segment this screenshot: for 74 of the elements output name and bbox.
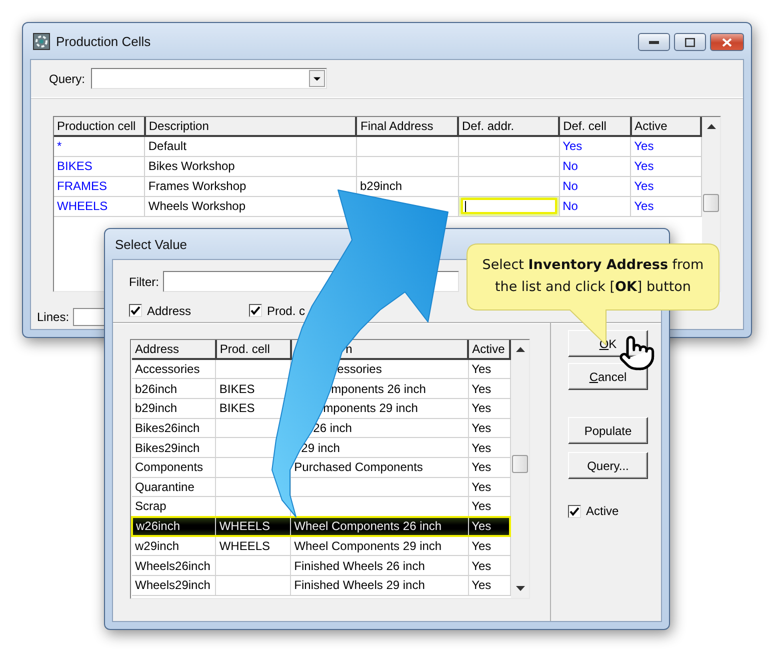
table-cell: Yes: [630, 196, 701, 216]
column-header[interactable]: Def. cell: [559, 117, 631, 136]
table-cell: Finished Wheels 29 inch: [290, 576, 468, 596]
scroll-up-icon[interactable]: [706, 124, 716, 129]
scrollbar-thumb[interactable]: [512, 455, 528, 473]
table-cell: w26inch: [132, 516, 216, 536]
close-icon: [722, 38, 732, 46]
table-cell: BIKES: [54, 156, 145, 176]
table-cell: Yes: [468, 457, 510, 478]
cancel-button[interactable]: Cancel: [568, 363, 648, 390]
table-cell: No: [559, 176, 631, 196]
populate-button[interactable]: Populate: [568, 417, 648, 444]
minimize-icon: [649, 40, 659, 44]
list-row[interactable]: Wheels26inch Finished Wheels 26 inch Yes: [132, 556, 510, 576]
dialog-title: Select Value: [115, 236, 188, 252]
column-header[interactable]: Active: [468, 340, 510, 359]
table-cell: Yes: [630, 176, 701, 196]
query-label: Query:: [49, 72, 86, 86]
table-cell: Wheels29inch: [132, 576, 216, 596]
table-cell: Bikes29inch: [132, 438, 216, 458]
checkbox[interactable]: [129, 304, 142, 317]
column-header[interactable]: Production cell: [54, 117, 145, 136]
table-cell: Wheel Components 26 inch: [290, 516, 468, 536]
list-row[interactable]: Wheels29inch Finished Wheels 29 inch Yes: [132, 576, 510, 596]
table-cell: Yes: [468, 398, 510, 418]
column-header[interactable]: Final Address: [356, 117, 458, 136]
column-header[interactable]: Def. addr.: [458, 117, 560, 136]
checkbox-label: Prod. c: [267, 304, 306, 318]
table-cell: Scrap: [132, 496, 216, 516]
table-cell: b26inch: [132, 378, 216, 398]
column-header[interactable]: Address: [132, 340, 216, 359]
window-title: Production Cells: [56, 34, 151, 48]
edit-field[interactable]: [460, 198, 557, 214]
callout-text: Select Inventory Address from the list and click [OK] button: [481, 256, 705, 297]
list-row[interactable]: Quarantine Yes: [132, 477, 510, 497]
filter-label: Filter:: [129, 274, 159, 288]
table-cell: Yes: [468, 438, 510, 458]
table-cell: WHEELS: [54, 196, 145, 216]
list-row[interactable]: w26inch WHEELS Wheel Components 26 inch Yes: [132, 516, 510, 536]
table-cell: Yes: [630, 136, 701, 156]
lines-label: Lines:: [37, 310, 70, 324]
scroll-down-icon[interactable]: [516, 586, 524, 591]
table-cell: Yes: [630, 156, 701, 176]
checkbox-label: Address: [147, 304, 192, 318]
maximize-icon: [685, 38, 695, 46]
list-row[interactable]: Scrap Yes: [132, 496, 510, 516]
maximize-button[interactable]: [674, 33, 706, 51]
table-cell: Components: [132, 457, 216, 478]
table-cell: FRAMES: [54, 176, 145, 196]
table-cell: b29inch: [132, 398, 216, 418]
scrollbar[interactable]: [511, 340, 529, 598]
table-cell: No: [559, 156, 631, 176]
close-button[interactable]: [710, 33, 744, 51]
checkbox[interactable]: [249, 304, 262, 317]
table-cell: Yes: [468, 576, 510, 596]
table-cell: Yes: [468, 496, 510, 516]
table-cell: Bikes Workshop: [144, 156, 356, 176]
table-cell: *: [54, 136, 145, 156]
column-header[interactable]: Active: [630, 117, 701, 136]
query-button[interactable]: Query...: [568, 452, 648, 479]
table-cell: Yes: [468, 378, 510, 398]
checkbox-label: Active: [586, 504, 619, 518]
checkbox[interactable]: [568, 504, 581, 518]
list-row[interactable]: w29inch WHEELS Wheel Components 29 inch Yes: [132, 536, 510, 556]
table-cell: Yes: [559, 136, 631, 156]
scrollbar-thumb[interactable]: [703, 194, 719, 212]
list-row[interactable]: Components Purchased Components Yes: [132, 457, 510, 478]
query-combo[interactable]: [91, 68, 328, 89]
app-logo-icon: [33, 32, 50, 50]
minimize-button[interactable]: [638, 33, 670, 51]
table-cell: No: [559, 196, 631, 216]
column-header[interactable]: Prod. cell: [216, 340, 291, 359]
column-header[interactable]: Description: [144, 117, 356, 136]
table-cell: Default: [144, 136, 356, 156]
